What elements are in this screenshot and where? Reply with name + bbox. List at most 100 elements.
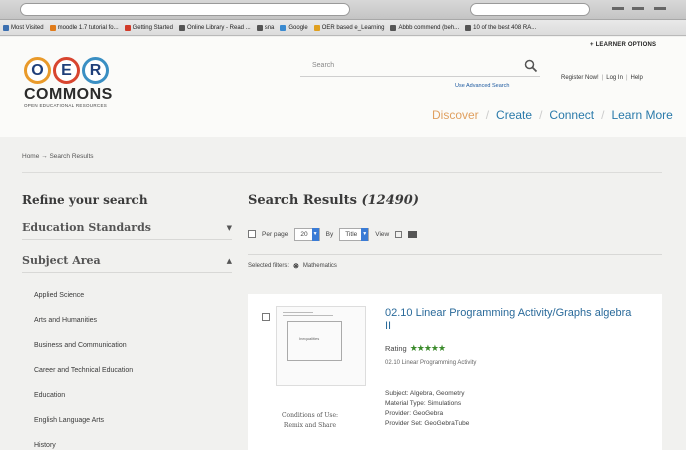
chevron-down-icon: ▼ bbox=[311, 227, 319, 241]
subject-item[interactable]: Arts and Humanities bbox=[34, 308, 232, 333]
bookmark-icon bbox=[178, 24, 185, 31]
learner-options-button[interactable]: + LEARNER OPTIONS bbox=[590, 42, 656, 48]
selected-filters-label: Selected filters: bbox=[248, 263, 290, 269]
sort-by-label: By bbox=[325, 230, 334, 238]
bookmarks-bar: Most Visited moodle 1.7 tutorial fo... G… bbox=[0, 20, 686, 36]
thumb-line bbox=[283, 315, 333, 316]
subject-item[interactable]: Business and Communication bbox=[34, 333, 232, 358]
help-link[interactable]: Help bbox=[631, 75, 643, 81]
subject-item[interactable]: Applied Science bbox=[34, 283, 232, 308]
bookmark-item[interactable]: 10 of the best 408 RA... bbox=[465, 24, 536, 31]
result-material-type: Material Type: Simulations bbox=[385, 400, 462, 407]
bookmark-item[interactable]: sna bbox=[256, 24, 274, 31]
conditions-value[interactable]: Remix and Share bbox=[270, 421, 350, 431]
subject-item[interactable]: History bbox=[34, 433, 232, 450]
thumb-graph bbox=[287, 321, 342, 361]
view-label: View bbox=[375, 230, 390, 238]
divider bbox=[22, 272, 232, 273]
star-rating-icon[interactable]: ★★★★★ bbox=[410, 343, 446, 354]
results-heading: Search Results bbox=[248, 193, 357, 208]
result-description: 02.10 Linear Programming Activity bbox=[385, 360, 477, 366]
logo-name: COMMONS bbox=[24, 86, 113, 103]
remove-filter-icon[interactable]: ⊗ bbox=[293, 262, 299, 270]
divider bbox=[22, 172, 662, 173]
bookmark-item[interactable]: Online Library - Read ... bbox=[178, 24, 251, 31]
refine-sidebar: Refine your search Education Standards ▼… bbox=[22, 193, 232, 450]
results-title: Search Results (12490) bbox=[248, 193, 662, 208]
facet-label: Subject Area bbox=[22, 254, 101, 267]
advanced-search-link[interactable]: Use Advanced Search bbox=[455, 83, 509, 89]
logo-tagline: OPEN EDUCATIONAL RESOURCES bbox=[24, 103, 108, 108]
subject-item[interactable]: English Language Arts bbox=[34, 408, 232, 433]
main-nav: Discover / Create / Connect / Learn More bbox=[432, 108, 673, 122]
bookmark-icon bbox=[124, 24, 131, 31]
conditions-of-use: Conditions of Use: Remix and Share bbox=[270, 411, 350, 431]
maximize-icon[interactable] bbox=[632, 7, 644, 10]
result-metadata: Subject: Algebra, Geometry Material Type… bbox=[385, 389, 469, 429]
subject-item[interactable]: Education bbox=[34, 383, 232, 408]
result-item: Inequalities Conditions of Use: Remix an… bbox=[248, 294, 662, 450]
browser-toolbar bbox=[0, 0, 686, 20]
subject-list: Applied Science Arts and Humanities Busi… bbox=[22, 283, 232, 450]
select-all-checkbox[interactable] bbox=[248, 230, 256, 238]
search-results: Search Results (12490) Per page 20 ▼ By … bbox=[248, 193, 662, 450]
per-page-select[interactable]: 20 ▼ bbox=[294, 227, 320, 241]
filter-chip-mathematics[interactable]: Mathematics bbox=[303, 263, 337, 269]
divider bbox=[22, 239, 232, 240]
sort-by-select[interactable]: Title ▼ bbox=[339, 227, 370, 241]
result-thumbnail[interactable]: Inequalities bbox=[276, 306, 366, 386]
browser-search-box[interactable] bbox=[470, 3, 590, 16]
result-provider-set: Provider Set: GeoGebraTube bbox=[385, 420, 470, 427]
search-input[interactable]: Search bbox=[300, 59, 540, 77]
bookmark-item[interactable]: OER based e_Learning bbox=[313, 24, 384, 31]
results-count: (12490) bbox=[361, 193, 419, 208]
bookmark-icon bbox=[465, 24, 472, 31]
bookmark-item[interactable]: Getting Started bbox=[124, 24, 173, 31]
logo-letter-r: R bbox=[82, 57, 109, 84]
sort-by-value: Title bbox=[345, 230, 358, 238]
bookmark-icon bbox=[49, 24, 56, 31]
subject-item[interactable]: Career and Technical Education bbox=[34, 358, 232, 383]
result-checkbox[interactable] bbox=[262, 313, 270, 321]
bookmark-item[interactable]: moodle 1.7 tutorial fo... bbox=[49, 24, 119, 31]
chevron-down-icon[interactable]: ▼ bbox=[227, 223, 232, 232]
breadcrumb[interactable]: Home → Search Results bbox=[22, 153, 94, 160]
bookmark-item[interactable]: Google bbox=[280, 24, 308, 31]
per-page-value: 20 bbox=[300, 230, 308, 238]
oer-commons-logo[interactable]: O E R COMMONS OPEN EDUCATIONAL RESOURCES bbox=[24, 57, 134, 117]
address-bar[interactable] bbox=[20, 3, 350, 16]
list-view-icon[interactable] bbox=[395, 230, 403, 238]
facet-label: Education Standards bbox=[22, 221, 151, 234]
site-header: O E R COMMONS OPEN EDUCATIONAL RESOURCES… bbox=[0, 37, 686, 137]
bookmark-icon bbox=[313, 24, 320, 31]
divider bbox=[248, 254, 662, 255]
chevron-up-icon[interactable]: ▲ bbox=[227, 256, 232, 265]
facet-subject-area[interactable]: Subject Area ▲ bbox=[22, 254, 232, 269]
bookmark-icon bbox=[280, 24, 287, 31]
conditions-label: Conditions of Use: bbox=[281, 412, 339, 419]
logo-circles: O E R bbox=[24, 57, 134, 84]
nav-connect[interactable]: Connect bbox=[549, 108, 594, 122]
bookmark-item[interactable]: Most Visited bbox=[3, 24, 44, 31]
bookmark-icon bbox=[256, 24, 263, 31]
nav-learn-more[interactable]: Learn More bbox=[611, 108, 672, 122]
logo-letter-o: O bbox=[24, 57, 51, 84]
facet-education-standards[interactable]: Education Standards ▼ bbox=[22, 221, 232, 236]
bookmark-item[interactable]: Abbb commend (beh... bbox=[390, 24, 459, 31]
thumb-line bbox=[283, 312, 313, 313]
nav-separator: / bbox=[539, 108, 543, 122]
minimize-icon[interactable] bbox=[612, 7, 624, 10]
chevron-down-icon: ▼ bbox=[361, 227, 369, 241]
nav-discover[interactable]: Discover bbox=[432, 108, 479, 122]
nav-separator: / bbox=[485, 108, 490, 122]
search-icon[interactable] bbox=[524, 59, 538, 73]
thumb-label: Inequalities bbox=[299, 336, 320, 341]
logo-letter-e: E bbox=[53, 57, 80, 84]
register-link[interactable]: Register Now! bbox=[561, 75, 599, 81]
nav-create[interactable]: Create bbox=[496, 108, 532, 122]
result-title-link[interactable]: 02.10 Linear Programming Activity/Graphs… bbox=[385, 307, 635, 333]
result-subject: Subject: Algebra, Geometry bbox=[385, 390, 465, 397]
login-link[interactable]: Log In bbox=[606, 75, 623, 81]
grid-view-icon[interactable] bbox=[408, 230, 418, 238]
close-icon[interactable] bbox=[654, 7, 666, 10]
